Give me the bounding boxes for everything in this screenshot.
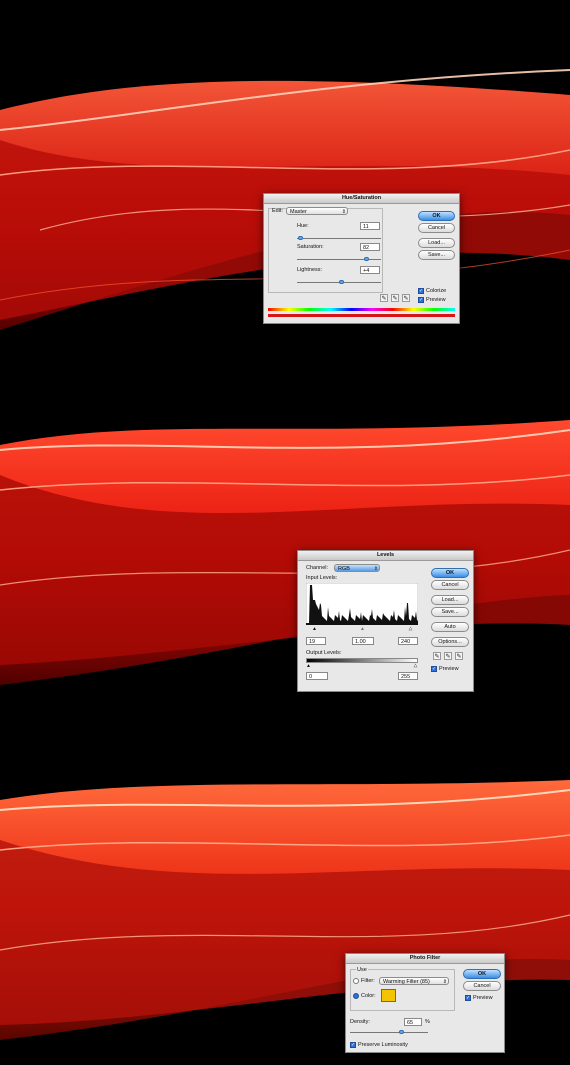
channel-dropdown[interactable]: RGB ⇕ — [334, 564, 380, 572]
chevron-updown-icon: ⇕ — [373, 566, 378, 572]
output-black-field[interactable]: 0 — [306, 672, 328, 680]
white-point-slider[interactable]: ▲ — [408, 626, 413, 632]
colorize-checkbox[interactable]: ✓ — [418, 288, 424, 294]
filter-radio[interactable] — [353, 978, 359, 984]
channel-dropdown-value: RGB — [338, 566, 350, 572]
density-slider[interactable] — [350, 1032, 428, 1033]
input-levels-label: Input Levels: — [306, 575, 338, 581]
output-white-slider[interactable]: ▲ — [413, 663, 418, 669]
black-eyedropper-icon[interactable]: ✎ — [433, 652, 441, 660]
edit-label: Edit: — [272, 208, 284, 214]
hue-slider[interactable] — [297, 238, 381, 239]
input-black-field[interactable]: 19 — [306, 637, 326, 645]
saturation-label: Saturation: — [297, 244, 324, 250]
dialog-title: Levels — [298, 551, 473, 561]
eyedropper-plus-icon[interactable]: ✎ — [391, 294, 399, 302]
black-point-slider[interactable]: ▲ — [312, 626, 317, 632]
artwork-panel-3: Photo Filter Use Filter: Warming Filter … — [0, 710, 570, 1065]
density-unit: % — [425, 1019, 430, 1025]
preserve-luminosity-checkbox[interactable]: ✓ — [350, 1042, 356, 1048]
density-label: Density: — [350, 1019, 370, 1025]
hue-slider-knob[interactable] — [298, 236, 303, 240]
density-slider-knob[interactable] — [399, 1030, 404, 1034]
red-wave-artwork — [0, 355, 570, 710]
preview-label: Preview — [473, 995, 493, 1001]
colorize-label: Colorize — [426, 288, 447, 294]
output-black-slider[interactable]: ▲ — [306, 663, 311, 669]
output-white-field[interactable]: 255 — [398, 672, 418, 680]
preview-label: Preview — [439, 666, 459, 672]
channel-label: Channel: — [306, 565, 329, 571]
density-field[interactable]: 65 — [404, 1018, 422, 1026]
preview-checkbox[interactable]: ✓ — [431, 666, 437, 672]
hue-field[interactable]: 11 — [360, 222, 380, 230]
filter-label: Filter: — [361, 978, 375, 984]
artwork-panel-2: Levels Channel: RGB ⇕ Input Levels: ▲ ▲ … — [0, 355, 570, 710]
preview-checkbox[interactable]: ✓ — [418, 297, 424, 303]
hue-spectrum-bar — [268, 308, 455, 311]
output-levels-label: Output Levels: — [306, 650, 342, 656]
saturation-slider-knob[interactable] — [364, 257, 369, 261]
lightness-label: Lightness: — [297, 267, 323, 273]
input-white-field[interactable]: 240 — [398, 637, 418, 645]
color-label: Color: — [361, 993, 376, 999]
chevron-updown-icon: ⇕ — [442, 979, 447, 985]
photo-filter-dialog: Photo Filter Use Filter: Warming Filter … — [345, 953, 505, 1053]
hue-label: Hue: — [297, 223, 309, 229]
filter-dropdown-value: Warming Filter (85) — [383, 979, 430, 985]
filter-dropdown[interactable]: Warming Filter (85) ⇕ — [379, 977, 449, 985]
preserve-luminosity-label: Preserve Luminosity — [358, 1042, 408, 1048]
eyedropper-icon[interactable]: ✎ — [380, 294, 388, 302]
cancel-button[interactable]: Cancel — [431, 580, 469, 590]
color-radio[interactable] — [353, 993, 359, 999]
edit-dropdown-value: Master — [290, 209, 307, 215]
ok-button[interactable]: OK — [418, 211, 455, 221]
use-group — [350, 969, 455, 1011]
ok-button[interactable]: OK — [431, 568, 469, 578]
preview-label: Preview — [426, 297, 446, 303]
eyedropper-minus-icon[interactable]: ✎ — [402, 294, 410, 302]
options-button[interactable]: Options... — [431, 637, 469, 647]
auto-button[interactable]: Auto — [431, 622, 469, 632]
dialog-title: Hue/Saturation — [264, 194, 459, 204]
histogram — [306, 583, 418, 625]
load-button[interactable]: Load... — [431, 595, 469, 605]
ok-button[interactable]: OK — [463, 969, 501, 979]
artwork-panel-1: Hue/Saturation Edit: Master ⇕ Hue: 11 Sa… — [0, 0, 570, 355]
output-gradient-bar — [306, 658, 418, 663]
color-swatch[interactable] — [381, 989, 396, 1002]
input-gamma-field[interactable]: 1.00 — [352, 637, 374, 645]
chevron-updown-icon: ⇕ — [341, 209, 346, 215]
lightness-field[interactable]: +4 — [360, 266, 380, 274]
saturation-field[interactable]: 82 — [360, 243, 380, 251]
hue-saturation-dialog: Hue/Saturation Edit: Master ⇕ Hue: 11 Sa… — [263, 193, 460, 324]
white-eyedropper-icon[interactable]: ✎ — [455, 652, 463, 660]
dialog-title: Photo Filter — [346, 954, 504, 964]
gray-eyedropper-icon[interactable]: ✎ — [444, 652, 452, 660]
preview-checkbox[interactable]: ✓ — [465, 995, 471, 1001]
cancel-button[interactable]: Cancel — [418, 223, 455, 233]
lightness-slider-knob[interactable] — [339, 280, 344, 284]
cancel-button[interactable]: Cancel — [463, 981, 501, 991]
load-button[interactable]: Load... — [418, 238, 455, 248]
edit-dropdown[interactable]: Master ⇕ — [286, 207, 348, 215]
save-button[interactable]: Save... — [418, 250, 455, 260]
gamma-slider[interactable]: ▲ — [360, 626, 365, 632]
result-color-bar — [268, 314, 455, 317]
save-button[interactable]: Save... — [431, 607, 469, 617]
levels-dialog: Levels Channel: RGB ⇕ Input Levels: ▲ ▲ … — [297, 550, 474, 692]
use-label: Use — [356, 967, 368, 973]
